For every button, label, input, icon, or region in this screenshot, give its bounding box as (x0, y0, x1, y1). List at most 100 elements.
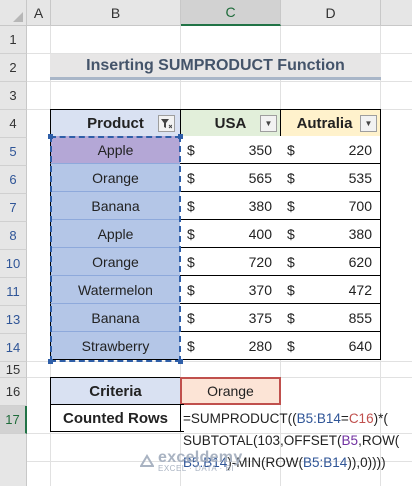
row-header-8[interactable]: 8 (0, 222, 27, 250)
product-cell[interactable]: Apple (50, 220, 181, 248)
currency-symbol: $ (287, 197, 295, 214)
formula-text: SUBTOTAL(103,OFFSET( (183, 433, 342, 448)
exceldemy-logo-icon (140, 454, 154, 467)
formula-text: =SUMPRODUCT(( (183, 411, 297, 426)
dropdown-arrow-icon[interactable]: ▼ (260, 115, 277, 132)
formula-text: ,ROW( (358, 433, 400, 448)
currency-symbol: $ (287, 309, 295, 326)
australia-value-cell[interactable]: $220 (280, 136, 381, 164)
currency-symbol: $ (287, 169, 295, 186)
header-cell-usa[interactable]: USA ▼ (180, 109, 281, 137)
row-header-4[interactable]: 4 (0, 110, 27, 138)
row-header-2[interactable]: 2 (0, 54, 27, 82)
formula-range-ref: B5:B14 (296, 411, 341, 426)
currency-symbol: $ (287, 225, 295, 242)
row-header-17[interactable]: 17 (0, 406, 27, 434)
column-header-a[interactable]: A (27, 0, 51, 26)
row-header-16[interactable]: 16 (0, 378, 27, 406)
criteria-value-cell[interactable]: Orange (180, 377, 281, 405)
usa-value-cell[interactable]: $370 (180, 276, 281, 304)
header-cell-australia[interactable]: Autralia ▼ (280, 109, 381, 137)
column-header-c[interactable]: C (181, 0, 281, 26)
product-cell[interactable]: Banana (50, 304, 181, 332)
australia-value-cell[interactable]: $535 (280, 164, 381, 192)
formula-text: )*( (373, 411, 388, 426)
product-cell[interactable]: Apple (50, 136, 181, 164)
usa-value-cell[interactable]: $350 (180, 136, 281, 164)
formula-cell-ref: B5 (341, 433, 359, 448)
row-header-14[interactable]: 14 (0, 334, 27, 362)
currency-symbol: $ (187, 337, 195, 354)
australia-value-cell[interactable]: $380 (280, 220, 381, 248)
range-handle[interactable] (178, 134, 183, 139)
row-header-15[interactable]: 15 (0, 362, 27, 378)
australia-value: 700 (348, 197, 372, 214)
page-title: Inserting SUMPRODUCT Function (50, 54, 381, 80)
product-cell[interactable]: Banana (50, 192, 181, 220)
australia-value: 640 (348, 337, 372, 354)
row-header-1[interactable]: 1 (0, 26, 27, 54)
usa-value-cell[interactable]: $280 (180, 332, 281, 360)
range-handle[interactable] (48, 134, 53, 139)
currency-symbol: $ (287, 337, 295, 354)
product-cell[interactable]: Watermelon (50, 276, 181, 304)
formula-text: = (340, 411, 349, 426)
select-all-button[interactable] (0, 0, 27, 26)
currency-symbol: $ (187, 225, 195, 242)
product-cell[interactable]: Orange (50, 164, 181, 192)
usa-value: 380 (248, 197, 272, 214)
column-header-b[interactable]: B (51, 0, 181, 26)
counted-rows-label: Counted Rows (50, 404, 181, 432)
gridline (27, 361, 412, 362)
column-header-blank (381, 0, 412, 26)
formula-line-1: =SUMPRODUCT((B5:B14=C16)*( (183, 408, 411, 430)
header-label: Autralia (296, 114, 353, 132)
product-cell[interactable]: Strawberry (50, 332, 181, 360)
header-cell-product[interactable]: Product (50, 109, 181, 137)
australia-value: 535 (348, 169, 372, 186)
usa-value: 370 (248, 281, 272, 298)
usa-value-cell[interactable]: $375 (180, 304, 281, 332)
formula-text: )),0)))) (347, 455, 386, 470)
usa-value: 350 (248, 141, 272, 158)
australia-value: 855 (348, 309, 372, 326)
australia-value: 472 (348, 281, 372, 298)
row-header-3[interactable]: 3 (0, 82, 27, 110)
currency-symbol: $ (187, 169, 195, 186)
currency-symbol: $ (187, 197, 195, 214)
range-handle[interactable] (178, 359, 183, 364)
usa-value: 565 (248, 169, 272, 186)
row-header-13[interactable]: 13 (0, 306, 27, 334)
currency-symbol: $ (287, 141, 295, 158)
australia-value-cell[interactable]: $472 (280, 276, 381, 304)
row-header-11[interactable]: 11 (0, 278, 27, 306)
usa-value: 720 (248, 253, 272, 270)
currency-symbol: $ (187, 253, 195, 270)
row-header-6[interactable]: 6 (0, 166, 27, 194)
row-header-7[interactable]: 7 (0, 194, 27, 222)
usa-value: 280 (248, 337, 272, 354)
usa-value-cell[interactable]: $400 (180, 220, 281, 248)
australia-value-cell[interactable]: $620 (280, 248, 381, 276)
watermark: exceldemy EXCEL · DATA · BI (140, 449, 243, 473)
row-header-10[interactable]: 10 (0, 250, 27, 278)
usa-value-cell[interactable]: $720 (180, 248, 281, 276)
usa-value-cell[interactable]: $565 (180, 164, 281, 192)
row-header-5[interactable]: 5 (0, 138, 27, 166)
australia-value: 620 (348, 253, 372, 270)
range-handle[interactable] (48, 359, 53, 364)
dropdown-arrow-icon[interactable]: ▼ (360, 115, 377, 132)
australia-value-cell[interactable]: $855 (280, 304, 381, 332)
gridline (27, 81, 412, 82)
spreadsheet: A B C D 1 2 3 4 5 6 7 8 10 11 13 14 15 1… (0, 0, 412, 486)
australia-value-cell[interactable]: $700 (280, 192, 381, 220)
australia-value-cell[interactable]: $640 (280, 332, 381, 360)
usa-value-cell[interactable]: $380 (180, 192, 281, 220)
currency-symbol: $ (187, 309, 195, 326)
column-header-d[interactable]: D (281, 0, 381, 26)
australia-value: 220 (348, 141, 372, 158)
product-cell[interactable]: Orange (50, 248, 181, 276)
formula-range-ref: B5:B14 (303, 455, 348, 470)
usa-value: 400 (248, 225, 272, 242)
filter-active-icon[interactable] (158, 115, 175, 132)
